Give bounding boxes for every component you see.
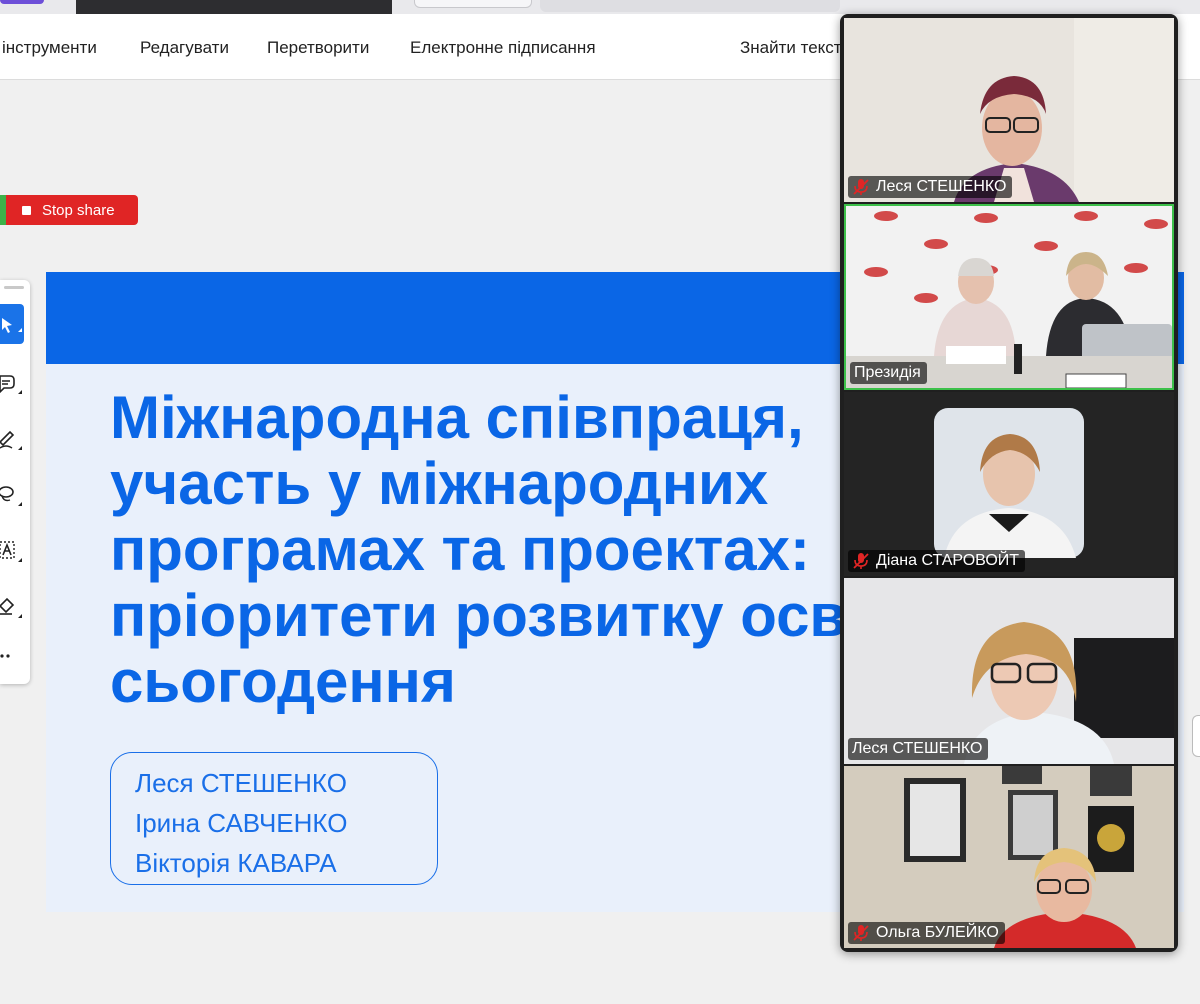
participant-name: Діана СТАРОВОЙТ <box>876 552 1020 569</box>
menu-find-text[interactable]: Знайти текст <box>740 38 842 58</box>
participant-name-tag: Ольга БУЛЕЙКО <box>848 922 1005 944</box>
author-name: Вікторія КАВАРА <box>135 848 337 878</box>
participant-video <box>844 18 1174 202</box>
text-box-tool[interactable] <box>0 530 24 570</box>
lasso-tool[interactable] <box>0 474 24 514</box>
menu-edit[interactable]: Редагувати <box>140 38 229 58</box>
mic-off-icon <box>852 924 870 942</box>
select-arrow-icon <box>2 318 22 333</box>
participant-name: Президія <box>854 364 921 381</box>
comment-icon <box>0 375 22 394</box>
authors-box: Леся СТЕШЕНКО Ірина САВЧЕНКО Вікторія КА… <box>110 752 438 885</box>
participant-name-tag: Президія <box>850 362 927 384</box>
participant-video <box>844 766 1174 948</box>
video-tile[interactable]: Ольга БУЛЕЙКО <box>844 766 1174 948</box>
author-name: Леся СТЕШЕНКО <box>135 768 347 798</box>
browser-tab[interactable] <box>414 0 532 8</box>
address-bar[interactable] <box>540 0 840 12</box>
lasso-icon <box>0 486 22 506</box>
participant-video <box>846 206 1172 388</box>
video-tile[interactable]: Діана СТАРОВОЙТ <box>844 392 1174 576</box>
toolbar-grip[interactable] <box>4 286 24 289</box>
participant-name: Леся СТЕШЕНКО <box>876 178 1007 195</box>
mic-off-icon <box>852 178 870 196</box>
participant-name-tag: Леся СТЕШЕНКО <box>848 176 1013 198</box>
side-panel-handle[interactable] <box>1192 715 1200 757</box>
video-tile-active-speaker[interactable]: Президія <box>844 204 1174 390</box>
text-box-icon <box>0 541 22 562</box>
stop-share-label: Stop share <box>42 202 115 219</box>
select-tool[interactable] <box>0 304 24 344</box>
stamp-tool[interactable] <box>0 586 24 626</box>
participant-name: Леся СТЕШЕНКО <box>852 740 983 757</box>
author-name: Ірина САВЧЕНКО <box>135 808 348 838</box>
participant-video <box>844 578 1174 764</box>
stamp-icon <box>0 597 22 618</box>
participant-name-tag: Леся СТЕШЕНКО <box>848 738 989 760</box>
stop-square-icon <box>22 206 31 215</box>
video-tile[interactable]: Леся СТЕШЕНКО <box>844 18 1174 202</box>
participants-video-panel: Леся СТЕШЕНКО Президія Діана СТАРОВОЙТ Л… <box>840 14 1178 952</box>
participant-avatar-photo <box>844 392 1174 576</box>
menu-convert[interactable]: Перетворити <box>267 38 369 58</box>
share-indicator <box>0 195 6 225</box>
mic-off-icon <box>852 552 870 570</box>
comment-tool[interactable] <box>0 362 24 402</box>
pen-icon <box>0 430 22 450</box>
pen-tool[interactable] <box>0 418 24 458</box>
video-tile[interactable]: Леся СТЕШЕНКО <box>844 578 1174 764</box>
participant-name: Ольга БУЛЕЙКО <box>876 924 999 941</box>
participant-name-tag: Діана СТАРОВОЙТ <box>848 550 1026 572</box>
tab-indicator <box>0 0 44 4</box>
menu-tools[interactable]: інструменти <box>2 38 97 58</box>
more-icon <box>0 654 10 658</box>
stop-share-button[interactable]: Stop share <box>0 195 138 225</box>
more-tools-button[interactable] <box>0 638 24 678</box>
menu-e-sign[interactable]: Електронне підписання <box>410 38 596 58</box>
